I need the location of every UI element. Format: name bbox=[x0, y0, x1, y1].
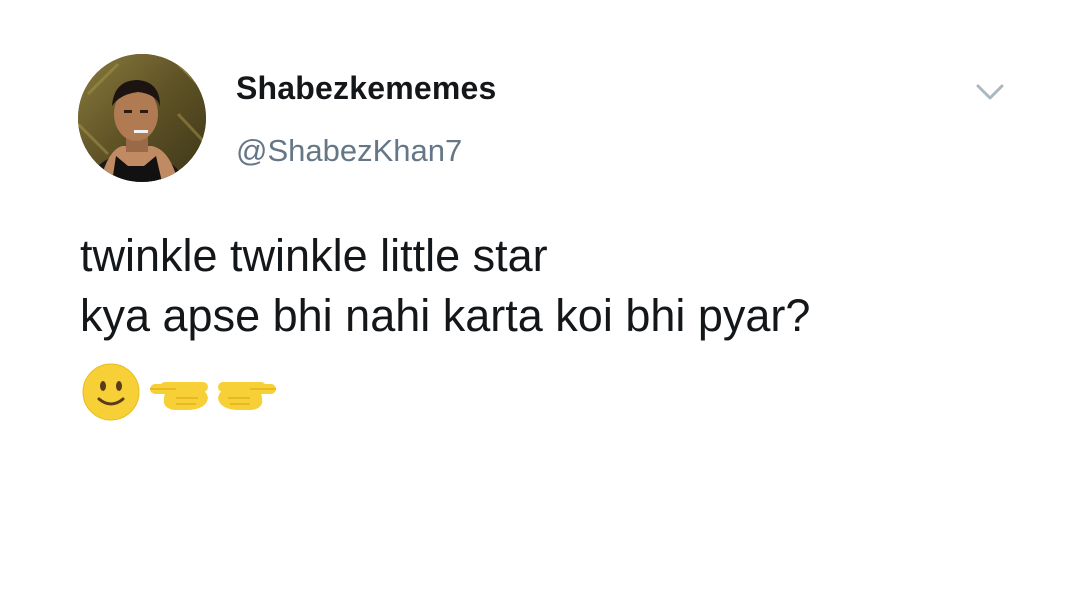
slightly-smiling-face-icon bbox=[82, 363, 140, 426]
tweet-card: Shabezkememes @ShabezKhan7 twinkle twink… bbox=[0, 0, 1080, 608]
tweet-text-line: twinkle twinkle little star bbox=[80, 230, 548, 281]
tweet-text-line: kya apse bhi nahi karta koi bhi pyar? bbox=[80, 290, 811, 341]
avatar-photo bbox=[78, 54, 206, 182]
avatar[interactable] bbox=[78, 54, 206, 182]
backhand-index-pointing-right-icon bbox=[216, 372, 280, 417]
tweet-text: twinkle twinkle little star kya apse bhi… bbox=[80, 226, 810, 346]
chevron-down-icon[interactable] bbox=[972, 78, 1008, 106]
user-handle[interactable]: @ShabezKhan7 bbox=[236, 133, 462, 169]
backhand-index-pointing-left-icon bbox=[146, 372, 210, 417]
display-name[interactable]: Shabezkememes bbox=[236, 70, 497, 107]
emoji-row bbox=[82, 363, 280, 426]
